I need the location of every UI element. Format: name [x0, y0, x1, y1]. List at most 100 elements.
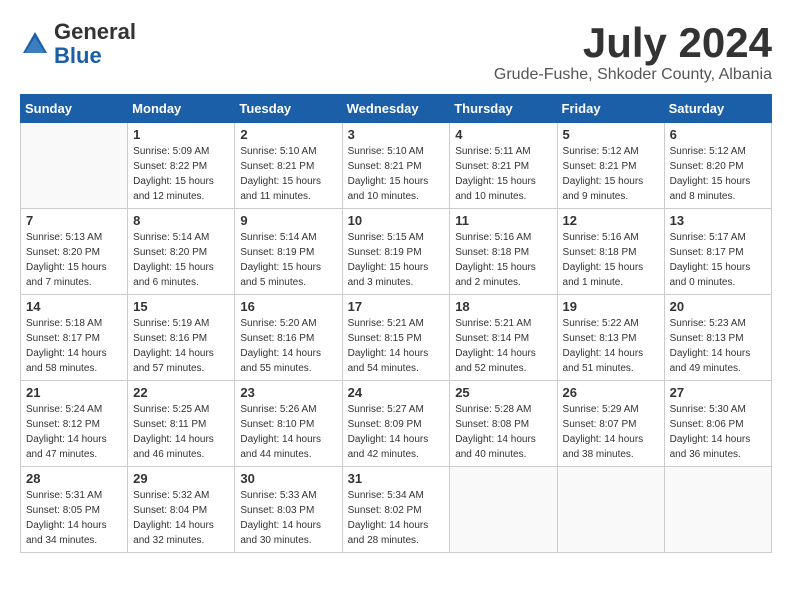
day-info: Sunrise: 5:19 AM Sunset: 8:16 PM Dayligh…: [133, 316, 229, 376]
weekday-header-wednesday: Wednesday: [342, 95, 450, 123]
calendar-day-cell: 20 Sunrise: 5:23 AM Sunset: 8:13 PM Dayli…: [664, 295, 771, 381]
calendar-day-cell: 14 Sunrise: 5:18 AM Sunset: 8:17 PM Dayli…: [21, 295, 128, 381]
day-info: Sunrise: 5:21 AM Sunset: 8:15 PM Dayligh…: [348, 316, 445, 376]
day-number: 18: [455, 299, 551, 314]
weekday-header-tuesday: Tuesday: [235, 95, 342, 123]
day-number: 3: [348, 127, 445, 142]
calendar-day-cell: 16 Sunrise: 5:20 AM Sunset: 8:16 PM Dayli…: [235, 295, 342, 381]
day-number: 21: [26, 385, 122, 400]
calendar-day-cell: 11Sunrise: 5:16 AM Sunset: 8:18 PM Dayli…: [450, 209, 557, 295]
calendar-day-cell: 21 Sunrise: 5:24 AM Sunset: 8:12 PM Dayli…: [21, 381, 128, 467]
calendar-day-cell: 29Sunrise: 5:32 AM Sunset: 8:04 PM Dayli…: [128, 467, 235, 553]
calendar-day-cell: 27Sunrise: 5:30 AM Sunset: 8:06 PM Dayli…: [664, 381, 771, 467]
day-info: Sunrise: 5:21 AM Sunset: 8:14 PM Dayligh…: [455, 316, 551, 376]
calendar-day-cell: [450, 467, 557, 553]
day-info: Sunrise: 5:34 AM Sunset: 8:02 PM Dayligh…: [348, 488, 445, 548]
day-number: 26: [563, 385, 659, 400]
day-number: 30: [240, 471, 336, 486]
calendar-day-cell: 9Sunrise: 5:14 AM Sunset: 8:19 PM Daylig…: [235, 209, 342, 295]
day-number: 27: [670, 385, 766, 400]
day-info: Sunrise: 5:12 AM Sunset: 8:20 PM Dayligh…: [670, 144, 766, 204]
calendar-day-cell: 15 Sunrise: 5:19 AM Sunset: 8:16 PM Dayli…: [128, 295, 235, 381]
day-number: 10: [348, 213, 445, 228]
day-number: 15: [133, 299, 229, 314]
weekday-header-friday: Friday: [557, 95, 664, 123]
calendar-day-cell: 26 Sunrise: 5:29 AM Sunset: 8:07 PM Dayli…: [557, 381, 664, 467]
day-info: Sunrise: 5:23 AM Sunset: 8:13 PM Dayligh…: [670, 316, 766, 376]
day-number: 25: [455, 385, 551, 400]
day-number: 5: [563, 127, 659, 142]
calendar-day-cell: 31Sunrise: 5:34 AM Sunset: 8:02 PM Dayli…: [342, 467, 450, 553]
calendar-week-row: 21 Sunrise: 5:24 AM Sunset: 8:12 PM Dayli…: [21, 381, 772, 467]
day-number: 8: [133, 213, 229, 228]
day-number: 14: [26, 299, 122, 314]
day-number: 16: [240, 299, 336, 314]
calendar-day-cell: 6Sunrise: 5:12 AM Sunset: 8:20 PM Daylig…: [664, 123, 771, 209]
calendar-day-cell: 13Sunrise: 5:17 AM Sunset: 8:17 PM Dayli…: [664, 209, 771, 295]
calendar-day-cell: 17Sunrise: 5:21 AM Sunset: 8:15 PM Dayli…: [342, 295, 450, 381]
day-info: Sunrise: 5:31 AM Sunset: 8:05 PM Dayligh…: [26, 488, 122, 548]
day-number: 12: [563, 213, 659, 228]
day-info: Sunrise: 5:29 AM Sunset: 8:07 PM Dayligh…: [563, 402, 659, 462]
day-info: Sunrise: 5:25 AM Sunset: 8:11 PM Dayligh…: [133, 402, 229, 462]
calendar-week-row: 14 Sunrise: 5:18 AM Sunset: 8:17 PM Dayli…: [21, 295, 772, 381]
location-text: Grude-Fushe, Shkoder County, Albania: [494, 66, 772, 84]
day-info: Sunrise: 5:14 AM Sunset: 8:19 PM Dayligh…: [240, 230, 336, 290]
weekday-header-row: SundayMondayTuesdayWednesdayThursdayFrid…: [21, 95, 772, 123]
calendar-day-cell: [664, 467, 771, 553]
calendar-day-cell: 10 Sunrise: 5:15 AM Sunset: 8:19 PM Dayli…: [342, 209, 450, 295]
month-title: July 2024: [494, 20, 772, 66]
calendar-day-cell: 18 Sunrise: 5:21 AM Sunset: 8:14 PM Dayli…: [450, 295, 557, 381]
weekday-header-saturday: Saturday: [664, 95, 771, 123]
calendar-day-cell: 2 Sunrise: 5:10 AM Sunset: 8:21 PM Daylig…: [235, 123, 342, 209]
logo-icon: [20, 29, 50, 59]
calendar-day-cell: 28 Sunrise: 5:31 AM Sunset: 8:05 PM Dayli…: [21, 467, 128, 553]
day-number: 1: [133, 127, 229, 142]
day-number: 2: [240, 127, 336, 142]
logo-blue-text: Blue: [54, 43, 102, 68]
day-info: Sunrise: 5:22 AM Sunset: 8:13 PM Dayligh…: [563, 316, 659, 376]
weekday-header-thursday: Thursday: [450, 95, 557, 123]
day-info: Sunrise: 5:20 AM Sunset: 8:16 PM Dayligh…: [240, 316, 336, 376]
day-number: 28: [26, 471, 122, 486]
calendar-week-row: 1 Sunrise: 5:09 AM Sunset: 8:22 PM Daylig…: [21, 123, 772, 209]
calendar-day-cell: 1 Sunrise: 5:09 AM Sunset: 8:22 PM Daylig…: [128, 123, 235, 209]
day-number: 22: [133, 385, 229, 400]
calendar-day-cell: 22 Sunrise: 5:25 AM Sunset: 8:11 PM Dayli…: [128, 381, 235, 467]
day-number: 7: [26, 213, 122, 228]
title-block: July 2024 Grude-Fushe, Shkoder County, A…: [494, 20, 772, 84]
calendar-day-cell: 19 Sunrise: 5:22 AM Sunset: 8:13 PM Dayli…: [557, 295, 664, 381]
day-number: 19: [563, 299, 659, 314]
calendar-day-cell: 25 Sunrise: 5:28 AM Sunset: 8:08 PM Dayli…: [450, 381, 557, 467]
day-info: Sunrise: 5:14 AM Sunset: 8:20 PM Dayligh…: [133, 230, 229, 290]
day-info: Sunrise: 5:16 AM Sunset: 8:18 PM Dayligh…: [455, 230, 551, 290]
day-number: 20: [670, 299, 766, 314]
weekday-header-monday: Monday: [128, 95, 235, 123]
day-info: Sunrise: 5:18 AM Sunset: 8:17 PM Dayligh…: [26, 316, 122, 376]
calendar-day-cell: 12Sunrise: 5:16 AM Sunset: 8:18 PM Dayli…: [557, 209, 664, 295]
calendar-table: SundayMondayTuesdayWednesdayThursdayFrid…: [20, 94, 772, 553]
day-info: Sunrise: 5:27 AM Sunset: 8:09 PM Dayligh…: [348, 402, 445, 462]
day-info: Sunrise: 5:24 AM Sunset: 8:12 PM Dayligh…: [26, 402, 122, 462]
day-info: Sunrise: 5:13 AM Sunset: 8:20 PM Dayligh…: [26, 230, 122, 290]
day-info: Sunrise: 5:15 AM Sunset: 8:19 PM Dayligh…: [348, 230, 445, 290]
calendar-day-cell: 23 Sunrise: 5:26 AM Sunset: 8:10 PM Dayli…: [235, 381, 342, 467]
day-info: Sunrise: 5:32 AM Sunset: 8:04 PM Dayligh…: [133, 488, 229, 548]
day-number: 13: [670, 213, 766, 228]
page-header: General Blue July 2024 Grude-Fushe, Shko…: [20, 20, 772, 84]
day-info: Sunrise: 5:28 AM Sunset: 8:08 PM Dayligh…: [455, 402, 551, 462]
day-info: Sunrise: 5:12 AM Sunset: 8:21 PM Dayligh…: [563, 144, 659, 204]
calendar-day-cell: 7 Sunrise: 5:13 AM Sunset: 8:20 PM Daylig…: [21, 209, 128, 295]
day-info: Sunrise: 5:10 AM Sunset: 8:21 PM Dayligh…: [240, 144, 336, 204]
day-info: Sunrise: 5:09 AM Sunset: 8:22 PM Dayligh…: [133, 144, 229, 204]
calendar-day-cell: 8 Sunrise: 5:14 AM Sunset: 8:20 PM Daylig…: [128, 209, 235, 295]
calendar-day-cell: 24Sunrise: 5:27 AM Sunset: 8:09 PM Dayli…: [342, 381, 450, 467]
logo: General Blue: [20, 20, 136, 68]
day-info: Sunrise: 5:26 AM Sunset: 8:10 PM Dayligh…: [240, 402, 336, 462]
day-number: 23: [240, 385, 336, 400]
day-info: Sunrise: 5:10 AM Sunset: 8:21 PM Dayligh…: [348, 144, 445, 204]
weekday-header-sunday: Sunday: [21, 95, 128, 123]
calendar-week-row: 28 Sunrise: 5:31 AM Sunset: 8:05 PM Dayli…: [21, 467, 772, 553]
calendar-day-cell: 30Sunrise: 5:33 AM Sunset: 8:03 PM Dayli…: [235, 467, 342, 553]
calendar-day-cell: [21, 123, 128, 209]
